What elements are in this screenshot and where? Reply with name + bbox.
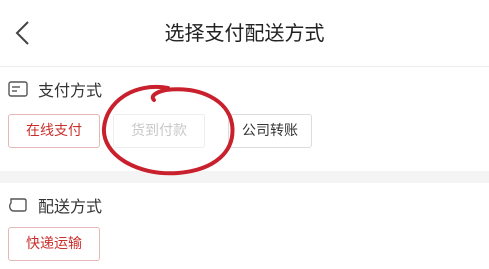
section-gap: [0, 171, 489, 183]
shipping-section-header: 配送方式: [8, 193, 102, 217]
shipping-option-express[interactable]: 快递运输: [8, 227, 100, 261]
shipping-section: 配送方式 快递运输: [0, 183, 489, 269]
header-bar: 选择支付配送方式: [0, 0, 489, 66]
payment-option-online[interactable]: 在线支付: [8, 114, 100, 148]
payment-card-icon: [8, 80, 30, 98]
chevron-left-icon: [15, 21, 29, 45]
payment-option-transfer[interactable]: 公司转账: [228, 114, 312, 148]
payment-section: 支付方式 在线支付 货到付款 公司转账: [0, 67, 489, 171]
page-title: 选择支付配送方式: [164, 21, 325, 45]
payment-section-label: 支付方式: [38, 81, 103, 100]
shipping-section-label: 配送方式: [38, 197, 103, 216]
payment-section-header: 支付方式: [8, 77, 102, 101]
delivery-tag-icon: [8, 196, 30, 214]
payment-option-cod[interactable]: 货到付款: [113, 114, 205, 148]
back-button[interactable]: [10, 16, 38, 50]
